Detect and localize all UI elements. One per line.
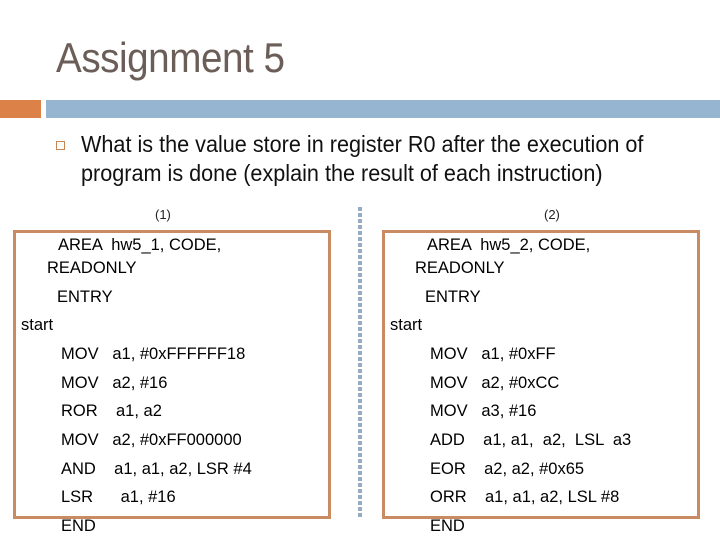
code-line: READONLY [47, 259, 137, 277]
code-line: EOR a2, a2, #0x65 [430, 460, 585, 478]
code-line: LSR a1, #16 [61, 488, 176, 506]
code-line: READONLY [415, 259, 505, 277]
code-line: MOV a2, #0xCC [430, 374, 560, 392]
square-bullet-icon [56, 141, 65, 150]
code-line: ROR a1, a2 [61, 402, 162, 420]
code-line: END [430, 517, 465, 535]
code-line: MOV a3, #16 [430, 402, 537, 420]
code-line: MOV a1, #0xFFFFFF18 [61, 345, 246, 363]
code-line: ENTRY [57, 288, 113, 306]
code-line: ADD a1, a1, a2, LSL a3 [430, 431, 632, 449]
code-line: ENTRY [425, 288, 481, 306]
slide-title: Assignment 5 [56, 34, 285, 81]
code-line: start [21, 316, 54, 334]
code-line: AREA hw5_1, CODE, [58, 236, 222, 254]
code-line: END [61, 517, 96, 535]
dotted-divider [358, 207, 362, 519]
code-line: MOV a1, #0xFF [430, 345, 556, 363]
program-2-label: (2) [544, 207, 560, 222]
code-line: MOV a2, #0xFF000000 [61, 431, 242, 449]
question-text: What is the value store in register R0 a… [81, 131, 644, 186]
accent-bar-blue [46, 100, 720, 118]
code-line: AND a1, a1, a2, LSR #4 [61, 460, 252, 478]
accent-bar-orange [0, 100, 41, 118]
code-line: start [390, 316, 423, 334]
code-line: AREA hw5_2, CODE, [427, 236, 591, 254]
code-line: ORR a1, a1, a2, LSL #8 [430, 488, 620, 506]
code-line: MOV a2, #16 [61, 374, 168, 392]
program-1-label: (1) [155, 207, 171, 222]
